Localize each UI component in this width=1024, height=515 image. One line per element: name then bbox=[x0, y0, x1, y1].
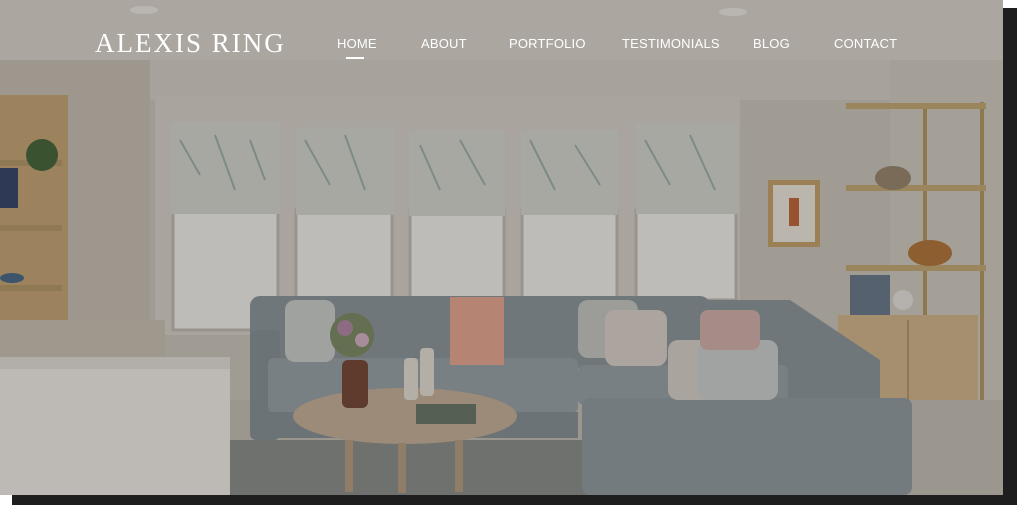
website-screenshot: ALEXIS RING HOME ABOUT PORTFOLIO TESTIMO… bbox=[0, 0, 1003, 495]
nav-blog-link[interactable]: BLOG bbox=[753, 36, 790, 51]
frame-shadow-right bbox=[1003, 8, 1017, 503]
site-header: ALEXIS RING HOME ABOUT PORTFOLIO TESTIMO… bbox=[0, 0, 1003, 80]
nav-contact-link[interactable]: CONTACT bbox=[834, 36, 897, 51]
frame-shadow-bottom bbox=[12, 495, 1017, 505]
nav-home-link[interactable]: HOME bbox=[337, 36, 377, 51]
nav-about-link[interactable]: ABOUT bbox=[421, 36, 467, 51]
nav-testimonials-link[interactable]: TESTIMONIALS bbox=[622, 36, 720, 51]
site-logo[interactable]: ALEXIS RING bbox=[95, 28, 286, 59]
nav-active-indicator bbox=[346, 57, 364, 59]
nav-portfolio-link[interactable]: PORTFOLIO bbox=[509, 36, 586, 51]
